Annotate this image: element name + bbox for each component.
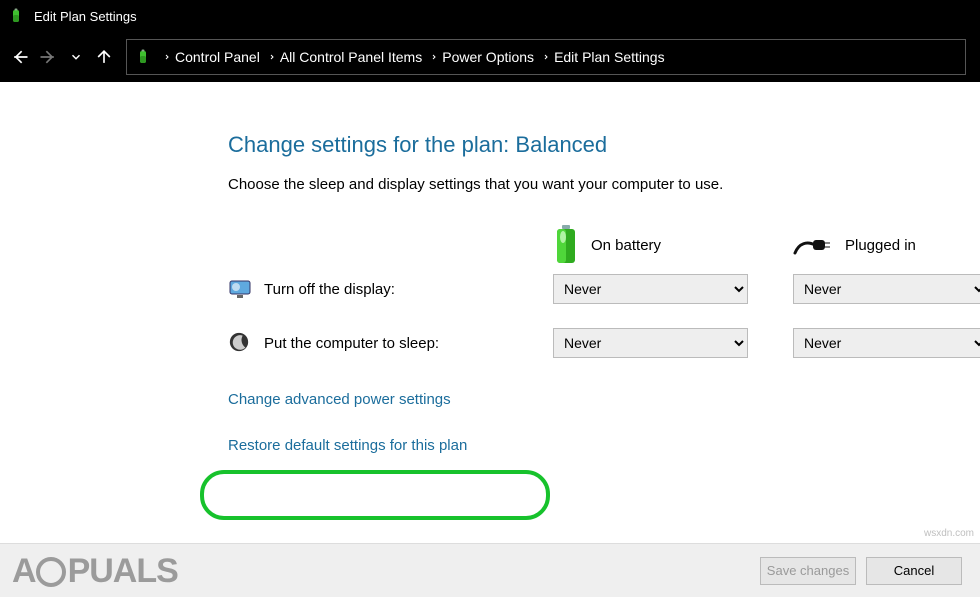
settings-grid: On battery Plugged in <box>228 221 980 363</box>
breadcrumb-all-items[interactable]: All Control Panel Items <box>280 49 422 65</box>
title-bar: Edit Plan Settings <box>0 0 980 32</box>
display-plugged-select[interactable]: Never <box>793 274 980 304</box>
plug-icon <box>793 233 833 257</box>
breadcrumb-control-panel[interactable]: Control Panel <box>175 49 260 65</box>
page-subtitle: Choose the sleep and display settings th… <box>228 176 980 193</box>
breadcrumb-edit-plan[interactable]: Edit Plan Settings <box>554 49 665 65</box>
row-display-label: Turn off the display: <box>228 269 508 309</box>
monitor-icon <box>228 277 252 301</box>
nav-forward-button[interactable] <box>34 43 62 71</box>
annotation-highlight <box>200 470 550 520</box>
moon-icon <box>228 331 252 355</box>
chevron-right-icon[interactable] <box>268 51 276 63</box>
battery-icon <box>553 225 579 265</box>
link-restore-defaults[interactable]: Restore default settings for this plan <box>228 437 467 454</box>
watermark-domain: wsxdn.com <box>924 528 974 539</box>
chevron-right-icon[interactable] <box>430 51 438 63</box>
row-sleep-label: Put the computer to sleep: <box>228 323 508 363</box>
cancel-button[interactable]: Cancel <box>866 557 962 585</box>
column-header-plugged-label: Plugged in <box>845 237 916 254</box>
address-app-icon <box>135 49 151 65</box>
sleep-plugged-select[interactable]: Never <box>793 328 980 358</box>
chevron-right-icon[interactable] <box>163 51 171 63</box>
footer: Save changes Cancel <box>0 543 980 597</box>
column-header-battery-label: On battery <box>591 237 661 254</box>
window-title: Edit Plan Settings <box>34 9 137 24</box>
address-bar[interactable]: Control Panel All Control Panel Items Po… <box>126 39 966 75</box>
display-battery-select[interactable]: Never <box>553 274 748 304</box>
column-header-battery: On battery <box>553 221 748 269</box>
chevron-right-icon[interactable] <box>542 51 550 63</box>
nav-bar: Control Panel All Control Panel Items Po… <box>0 32 980 82</box>
row-sleep-text: Put the computer to sleep: <box>264 335 439 352</box>
breadcrumb-power-options[interactable]: Power Options <box>442 49 534 65</box>
nav-recent-button[interactable] <box>62 43 90 71</box>
nav-up-button[interactable] <box>90 43 118 71</box>
column-header-plugged: Plugged in <box>793 221 980 269</box>
nav-back-button[interactable] <box>6 43 34 71</box>
sleep-battery-select[interactable]: Never <box>553 328 748 358</box>
row-display-text: Turn off the display: <box>264 281 395 298</box>
save-button[interactable]: Save changes <box>760 557 856 585</box>
link-advanced-settings[interactable]: Change advanced power settings <box>228 391 451 408</box>
page-title: Change settings for the plan: Balanced <box>228 132 980 158</box>
content-area: Change settings for the plan: Balanced C… <box>0 82 980 597</box>
app-icon <box>8 8 24 24</box>
